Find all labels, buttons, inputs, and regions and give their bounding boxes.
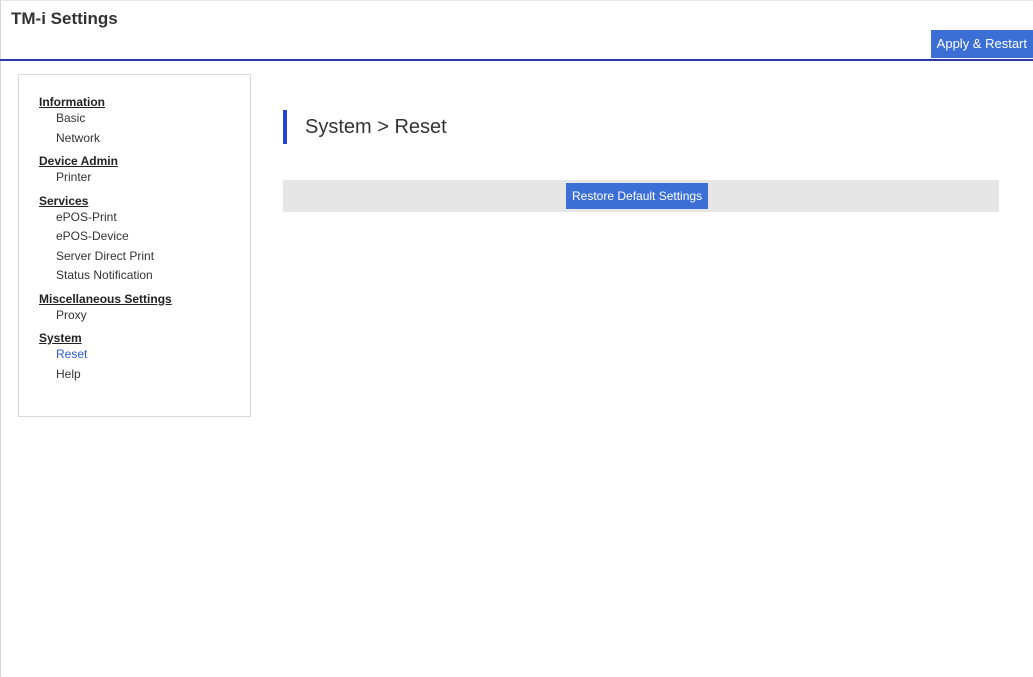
nav-group-system: System Reset Help — [19, 331, 250, 384]
sidebar-item-proxy[interactable]: Proxy — [56, 306, 250, 326]
action-bar: Restore Default Settings — [283, 180, 999, 212]
nav-group-miscellaneous: Miscellaneous Settings Proxy — [19, 292, 250, 326]
sidebar-item-printer[interactable]: Printer — [56, 168, 250, 188]
nav-heading-services: Services — [39, 193, 89, 208]
nav-group-device-admin: Device Admin Printer — [19, 154, 250, 188]
nav-group-information: Information Basic Network — [19, 95, 250, 148]
apply-restart-button[interactable]: Apply & Restart — [930, 30, 1033, 58]
sidebar-item-basic[interactable]: Basic — [56, 109, 250, 129]
header: TM-i Settings Apply & Restart — [0, 0, 1033, 61]
page-title: System > Reset — [283, 110, 447, 144]
sidebar-item-epos-device[interactable]: ePOS-Device — [56, 227, 250, 247]
nav-heading-system: System — [39, 331, 82, 345]
sidebar-item-status-notification[interactable]: Status Notification — [56, 266, 250, 286]
sidebar-item-epos-print[interactable]: ePOS-Print — [56, 208, 250, 228]
sidebar-nav: Information Basic Network Device Admin P… — [18, 74, 251, 417]
nav-group-services: Services ePOS-Print ePOS-Device Server D… — [19, 194, 250, 286]
sidebar-item-network[interactable]: Network — [56, 129, 250, 149]
sidebar-item-reset[interactable]: Reset — [56, 345, 250, 365]
nav-heading-device-admin: Device Admin — [39, 154, 118, 168]
sidebar-item-server-direct-print[interactable]: Server Direct Print — [56, 247, 250, 267]
nav-heading-miscellaneous: Miscellaneous Settings — [39, 291, 172, 306]
app-title: TM-i Settings — [11, 9, 118, 28]
nav-heading-information: Information — [39, 95, 105, 109]
restore-default-settings-button[interactable]: Restore Default Settings — [566, 183, 709, 209]
sidebar-item-help[interactable]: Help — [56, 365, 250, 385]
